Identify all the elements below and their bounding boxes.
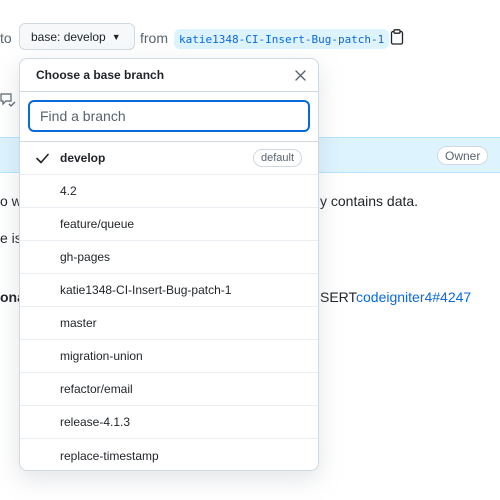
- branch-item[interactable]: gh-pages: [20, 241, 318, 274]
- review-icon[interactable]: [0, 92, 16, 111]
- default-badge: default: [252, 149, 302, 167]
- branch-item[interactable]: katie1348-CI-Insert-Bug-patch-1: [20, 274, 318, 307]
- base-branch-label: base: develop: [31, 29, 106, 44]
- branch-name: 4.2: [60, 184, 77, 198]
- branch-item[interactable]: 4.2: [20, 175, 318, 208]
- branch-name: feature/queue: [60, 217, 135, 231]
- owner-badge: Owner: [437, 146, 489, 165]
- body-text-line-1-right: y contains data.: [320, 193, 419, 209]
- branch-item[interactable]: develop default: [20, 142, 318, 175]
- branch-name: migration-union: [60, 349, 143, 363]
- caret-down-icon: ▼: [111, 31, 121, 42]
- close-icon[interactable]: [292, 67, 308, 83]
- branch-name: develop: [60, 151, 106, 165]
- copy-clipboard-icon[interactable]: [390, 29, 404, 48]
- branch-item[interactable]: migration-union: [20, 340, 318, 373]
- branch-item[interactable]: refactor/email: [20, 373, 318, 406]
- branch-name: replace-timestamp: [60, 448, 159, 463]
- branch-item[interactable]: replace-timestamp: [20, 439, 318, 470]
- dropdown-header: Choose a base branch: [20, 59, 318, 92]
- branch-name: release-4.1.3: [60, 415, 131, 429]
- branch-list: develop default 4.2 feature/queue gh-pages ka…: [20, 142, 318, 470]
- body-text-line-3-right: SERT: [320, 289, 358, 305]
- base-branch-button[interactable]: base: develop ▼: [19, 23, 135, 50]
- branch-item[interactable]: release-4.1.3: [20, 406, 318, 439]
- branch-item[interactable]: master: [20, 307, 318, 340]
- branch-name: master: [60, 316, 97, 330]
- branch-name: refactor/email: [60, 382, 133, 396]
- check-icon: [36, 153, 60, 164]
- dropdown-title: Choose a base branch: [36, 68, 165, 82]
- into-label: to: [0, 30, 12, 46]
- base-branch-dropdown: Choose a base branch develop default 4.2 fe…: [19, 58, 319, 471]
- branch-name: gh-pages: [60, 250, 111, 264]
- search-wrapper: [20, 92, 318, 142]
- from-label: from: [140, 30, 168, 46]
- branch-search-input[interactable]: [28, 100, 310, 132]
- issue-link[interactable]: codeigniter4#4247: [356, 289, 471, 305]
- branch-name: katie1348-CI-Insert-Bug-patch-1: [60, 283, 232, 297]
- head-branch-chip[interactable]: katie1348-CI-Insert-Bug-patch-1: [174, 29, 390, 49]
- branch-item[interactable]: feature/queue: [20, 208, 318, 241]
